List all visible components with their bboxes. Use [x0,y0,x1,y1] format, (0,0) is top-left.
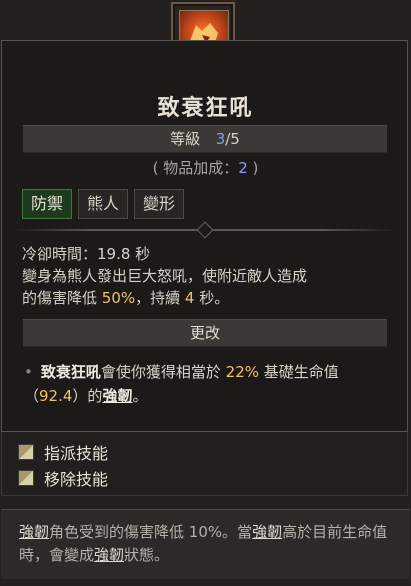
mouse-right-icon [18,470,34,486]
desc-text-c: 秒。 [194,289,230,307]
modifier-percent: 22% [225,363,259,381]
rank-current: 3 [215,130,226,148]
skill-description: 冷卻時間：19.8 秒 變身為熊人發出巨大怒吼，使附近敵人造成 的傷害降低 50… [22,243,392,309]
damage-reduction-value: 50% [101,289,136,307]
bonus-value: 2 [238,159,248,177]
remove-skill-label: 移除技能 [44,470,109,489]
modifier-text-a: 會使你獲得相當於 [100,363,226,381]
bullet-icon: • [24,363,33,381]
assign-skill-action[interactable]: 指派技能 [18,440,108,464]
fortify-keyword: 強韌 [102,387,133,405]
keyword-tooltip: 強韌角色受到的傷害降低 10%。當強韌高於目前生命值時，會變成強韌狀態。 [1,509,410,579]
desc-text-a: 的傷害降低 [22,289,102,307]
description-line-2: 的傷害降低 50%，持續 4 秒。 [22,287,392,309]
tooltip-keyword-1: 強韌 [19,523,50,541]
tooltip-keyword-3: 強韌 [94,546,125,564]
skill-actions: 指派技能 移除技能 [1,432,408,496]
bonus-suffix: ) [247,159,259,177]
tag-shapeshifting: 變形 [134,189,185,219]
modifier-text: • 致衰狂吼會使你獲得相當於 22% 基礎生命值（92.4）的強韌。 [24,360,384,408]
description-line-1: 變身為熊人發出巨大怒吼，使附近敵人造成 [22,267,308,285]
modifier-text-d: 。 [132,387,148,405]
assign-skill-label: 指派技能 [44,444,109,463]
tag-defensive: 防禦 [22,189,73,219]
cooldown-value: 19.8 秒 [97,245,151,263]
item-bonus: ( 物品加成：2 ) [0,157,411,178]
modifier-amount: 92.4 [39,387,73,405]
modifier-text-c: ）的 [72,387,103,405]
tooltip-text-3: 狀態。 [124,546,170,564]
mouse-left-icon [18,444,34,460]
tag-werebear: 熊人 [78,189,129,219]
modifier-skill-name: 致衰狂吼 [40,363,101,381]
skill-title: 致衰狂吼 [157,96,254,121]
desc-text-b: ，持續 [135,289,185,307]
cooldown-label: 冷卻時間： [22,245,98,263]
rank-label: 等級 [170,130,201,148]
tooltip-keyword-2: 強韌 [252,523,283,541]
tooltip-text-1: 角色受到的傷害降低 10%。當 [49,523,253,541]
skill-rank-bar: 等級 3/5 [23,125,387,153]
remove-skill-action[interactable]: 移除技能 [18,466,108,490]
rank-max: /5 [225,130,240,148]
skill-tags: 防禦 熊人 變形 [22,189,185,219]
modifier-header: 更改 [23,319,387,347]
bonus-prefix: ( 物品加成： [152,159,239,177]
cooldown-line: 冷卻時間：19.8 秒 [22,243,392,265]
